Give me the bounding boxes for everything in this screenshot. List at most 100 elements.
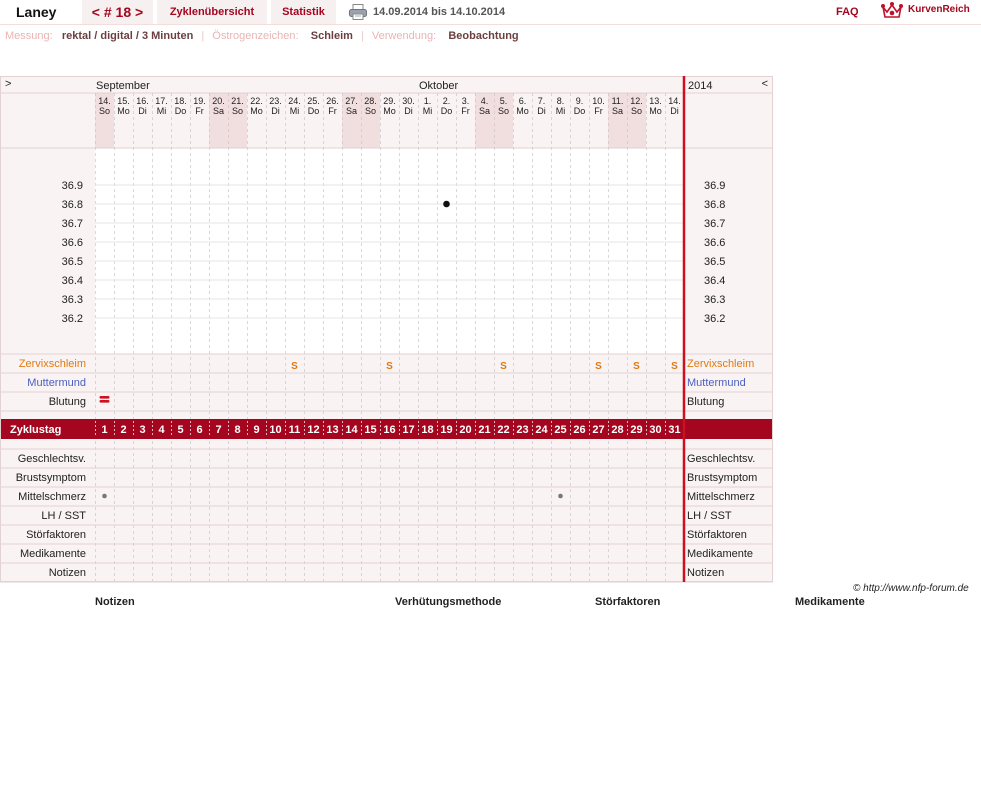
cycle-day-number: 4 xyxy=(158,424,165,436)
row-label-muttermund: Muttermund xyxy=(27,377,86,389)
row-label-blutung: Blutung xyxy=(49,396,86,408)
date-label: 18. xyxy=(174,96,187,106)
cycle-chart: > September Oktober 2014 <14.So15.Mo16.Di17.… xyxy=(0,76,773,583)
cycle-day-number: 9 xyxy=(253,424,259,436)
temperature-tick-left: 36.4 xyxy=(62,275,83,287)
cycle-day-number: 2 xyxy=(120,424,126,436)
date-label: 21. xyxy=(231,96,244,106)
month-label-september: September xyxy=(96,80,150,92)
weekday-label: Do xyxy=(308,106,320,116)
cycle-day-number: 1 xyxy=(101,424,107,436)
mittelschmerz-mark xyxy=(558,493,563,499)
cycle-day-number: 8 xyxy=(234,424,240,436)
date-label: 20. xyxy=(212,96,225,106)
weekday-label: Sa xyxy=(479,106,490,116)
next-cycle-arrow[interactable]: < xyxy=(762,78,768,90)
row-label-right-zervix: Zervixschleim xyxy=(687,358,754,370)
cycle-day-number: 15 xyxy=(364,424,376,436)
cycle-day-number: 22 xyxy=(497,424,509,436)
date-label: 1. xyxy=(424,96,432,106)
date-label: 12. xyxy=(630,96,643,106)
cervical-mucus-mark: S xyxy=(500,361,507,372)
temperature-tick-right: 36.4 xyxy=(704,275,725,287)
row-label-brust: Brustsymptom xyxy=(16,472,86,484)
cycle-day-number: 26 xyxy=(573,424,585,436)
year-label: 2014 xyxy=(688,80,712,92)
date-label: 28. xyxy=(364,96,377,106)
cycle-day-number: 25 xyxy=(554,424,566,436)
copyright-note: © http://www.nfp-forum.de xyxy=(853,583,969,594)
temperature-tick-right: 36.7 xyxy=(704,218,725,230)
weekday-label: Sa xyxy=(213,106,224,116)
date-label: 10. xyxy=(592,96,605,106)
weekday-label: Fr xyxy=(195,106,204,116)
weekday-label: Mo xyxy=(250,106,263,116)
date-label: 9. xyxy=(576,96,584,106)
cycle-day-number: 11 xyxy=(289,424,301,436)
cycle-day-number: 7 xyxy=(215,424,221,436)
previous-cycle-arrow[interactable]: > xyxy=(5,78,11,90)
cycle-day-number: 5 xyxy=(177,424,183,436)
date-label: 7. xyxy=(538,96,546,106)
weekday-label: Do xyxy=(441,106,453,116)
cycle-day-number: 30 xyxy=(649,424,661,436)
temperature-tick-left: 36.3 xyxy=(62,294,83,306)
cycle-day-number: 17 xyxy=(402,424,414,436)
date-label: 5. xyxy=(500,96,508,106)
temperature-tick-right: 36.5 xyxy=(704,256,725,268)
cycle-day-number: 20 xyxy=(459,424,471,436)
temperature-tick-left: 36.9 xyxy=(62,180,83,192)
cycle-day-number: 3 xyxy=(139,424,145,436)
temperature-tick-left: 36.8 xyxy=(62,199,83,211)
weekday-label: So xyxy=(631,106,642,116)
weekday-label: Mi xyxy=(290,106,300,116)
date-label: 6. xyxy=(519,96,527,106)
date-label: 16. xyxy=(136,96,149,106)
weekday-label: So xyxy=(498,106,509,116)
row-label-zervix: Zervixschleim xyxy=(19,358,86,370)
row-label-right-blutung: Blutung xyxy=(687,396,724,408)
mittelschmerz-mark xyxy=(102,493,107,499)
cycle-day-number: 12 xyxy=(307,424,319,436)
legend-notes-heading: Notizen xyxy=(95,596,135,608)
date-label: 22. xyxy=(250,96,263,106)
cycle-day-number: 21 xyxy=(478,424,490,436)
temperature-point xyxy=(443,200,450,208)
weekday-label: So xyxy=(99,106,110,116)
weekday-label: Mi xyxy=(423,106,433,116)
row-label-right-brust: Brustsymptom xyxy=(687,472,757,484)
month-label-oktober: Oktober xyxy=(419,80,458,92)
row-label-right-geschlecht: Geschlechtsv. xyxy=(687,453,755,465)
cycle-day-number: 13 xyxy=(326,424,338,436)
cycle-day-number: 23 xyxy=(516,424,528,436)
legend-disruptions-heading: Störfaktoren xyxy=(595,596,661,608)
date-label: 15. xyxy=(117,96,130,106)
weekday-label: Di xyxy=(271,106,280,116)
row-label-right-notizen: Notizen xyxy=(687,567,724,579)
date-label: 29. xyxy=(383,96,396,106)
cycle-day-number: 24 xyxy=(535,424,548,436)
weekday-label: Mo xyxy=(516,106,529,116)
weekday-label: So xyxy=(365,106,376,116)
weekday-label: Sa xyxy=(612,106,623,116)
weekday-label: Do xyxy=(175,106,187,116)
weekday-label: Fr xyxy=(594,106,603,116)
temperature-tick-left: 36.6 xyxy=(62,237,83,249)
temperature-tick-right: 36.6 xyxy=(704,237,725,249)
date-label: 2. xyxy=(443,96,451,106)
cycle-day-number: 14 xyxy=(345,424,358,436)
date-label: 27. xyxy=(345,96,358,106)
temperature-tick-right: 36.9 xyxy=(704,180,725,192)
date-label: 14. xyxy=(98,96,111,106)
cycle-day-number: 19 xyxy=(440,424,452,436)
row-label-lh: LH / SST xyxy=(41,510,86,522)
legend-method-heading: Verhütungsmethode xyxy=(395,596,502,608)
weekday-label: Fr xyxy=(328,106,337,116)
row-label-right-mittelschmerz: Mittelschmerz xyxy=(687,491,755,503)
row-label-right-lh: LH / SST xyxy=(687,510,732,522)
row-label-right-medi: Medikamente xyxy=(687,548,753,560)
weekday-label: Sa xyxy=(346,106,357,116)
row-label-right-stoer: Störfaktoren xyxy=(687,529,747,541)
cervical-mucus-mark: S xyxy=(595,361,602,372)
row-label-right-muttermund: Muttermund xyxy=(687,377,746,389)
